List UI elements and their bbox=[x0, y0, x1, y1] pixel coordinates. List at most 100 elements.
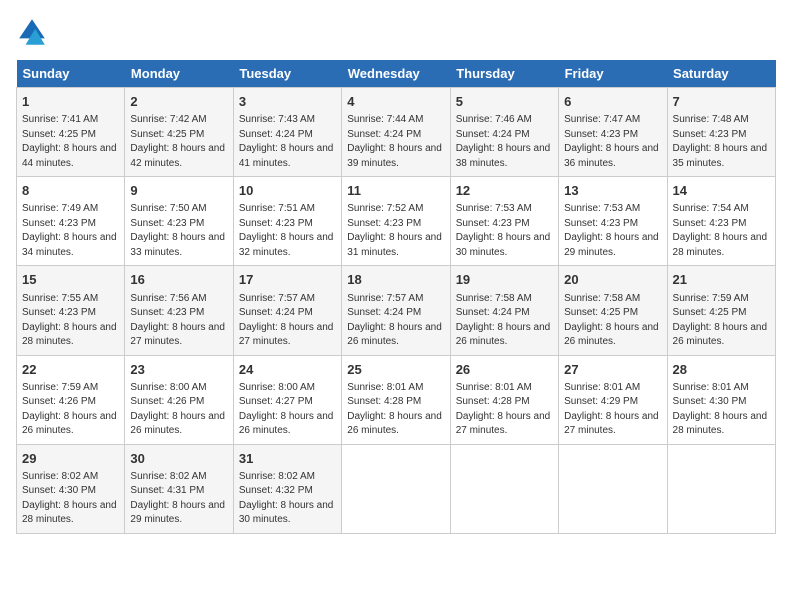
day-number: 6 bbox=[564, 93, 661, 111]
day-number: 31 bbox=[239, 450, 336, 468]
day-number: 27 bbox=[564, 361, 661, 379]
day-info: Sunrise: 7:49 AMSunset: 4:23 PMDaylight:… bbox=[22, 202, 119, 260]
day-info: Sunrise: 7:42 AMSunset: 4:25 PMDaylight:… bbox=[130, 113, 227, 171]
day-number: 5 bbox=[456, 93, 553, 111]
calendar-day-26: 26 Sunrise: 8:01 AMSunset: 4:28 PMDayligh… bbox=[450, 355, 558, 444]
day-info: Sunrise: 8:01 AMSunset: 4:30 PMDaylight:… bbox=[673, 381, 770, 439]
day-info: Sunrise: 7:58 AMSunset: 4:25 PMDaylight:… bbox=[564, 292, 661, 350]
day-info: Sunrise: 7:54 AMSunset: 4:23 PMDaylight:… bbox=[673, 202, 770, 260]
page-header bbox=[16, 16, 776, 48]
day-number: 8 bbox=[22, 182, 119, 200]
calendar-day-14: 14 Sunrise: 7:54 AMSunset: 4:23 PMDayligh… bbox=[667, 177, 775, 266]
calendar-day-6: 6 Sunrise: 7:47 AMSunset: 4:23 PMDaylight… bbox=[559, 88, 667, 177]
calendar-day-1: 1 Sunrise: 7:41 AMSunset: 4:25 PMDaylight… bbox=[17, 88, 125, 177]
day-info: Sunrise: 7:57 AMSunset: 4:24 PMDaylight:… bbox=[347, 292, 444, 350]
day-number: 23 bbox=[130, 361, 227, 379]
calendar-day-30: 30 Sunrise: 8:02 AMSunset: 4:31 PMDayligh… bbox=[125, 444, 233, 533]
day-number: 7 bbox=[673, 93, 770, 111]
calendar-week-2: 8 Sunrise: 7:49 AMSunset: 4:23 PMDaylight… bbox=[17, 177, 776, 266]
weekday-header-tuesday: Tuesday bbox=[233, 60, 341, 88]
calendar-day-4: 4 Sunrise: 7:44 AMSunset: 4:24 PMDaylight… bbox=[342, 88, 450, 177]
day-info: Sunrise: 7:50 AMSunset: 4:23 PMDaylight:… bbox=[130, 202, 227, 260]
day-info: Sunrise: 8:01 AMSunset: 4:28 PMDaylight:… bbox=[347, 381, 444, 439]
empty-cell bbox=[667, 444, 775, 533]
calendar-day-12: 12Sunrise: 7:53 AMSunset: 4:23 PMDayligh… bbox=[450, 177, 558, 266]
day-info: Sunrise: 8:01 AMSunset: 4:28 PMDaylight:… bbox=[456, 381, 553, 439]
day-info: Sunrise: 7:59 AMSunset: 4:25 PMDaylight:… bbox=[673, 292, 770, 350]
calendar-day-18: 18 Sunrise: 7:57 AMSunset: 4:24 PMDayligh… bbox=[342, 266, 450, 355]
day-number: 3 bbox=[239, 93, 336, 111]
weekday-header-sunday: Sunday bbox=[17, 60, 125, 88]
day-info: Sunrise: 7:55 AMSunset: 4:23 PMDaylight:… bbox=[22, 292, 119, 350]
day-number: 13 bbox=[564, 182, 661, 200]
calendar-day-17: 17 Sunrise: 7:57 AMSunset: 4:24 PMDayligh… bbox=[233, 266, 341, 355]
day-info: Sunrise: 7:48 AMSunset: 4:23 PMDaylight:… bbox=[673, 113, 770, 171]
day-info: Sunrise: 8:02 AMSunset: 4:31 PMDaylight:… bbox=[130, 470, 227, 528]
day-number: 4 bbox=[347, 93, 444, 111]
day-number: 30 bbox=[130, 450, 227, 468]
calendar-week-1: 1 Sunrise: 7:41 AMSunset: 4:25 PMDaylight… bbox=[17, 88, 776, 177]
day-number: 14 bbox=[673, 182, 770, 200]
calendar-week-3: 15Sunrise: 7:55 AMSunset: 4:23 PMDayligh… bbox=[17, 266, 776, 355]
day-number: 1 bbox=[22, 93, 119, 111]
calendar-day-7: 7 Sunrise: 7:48 AMSunset: 4:23 PMDaylight… bbox=[667, 88, 775, 177]
day-number: 17 bbox=[239, 271, 336, 289]
day-number: 9 bbox=[130, 182, 227, 200]
day-number: 29 bbox=[22, 450, 119, 468]
day-number: 11 bbox=[347, 182, 444, 200]
day-number: 10 bbox=[239, 182, 336, 200]
calendar-day-9: 9 Sunrise: 7:50 AMSunset: 4:23 PMDaylight… bbox=[125, 177, 233, 266]
day-info: Sunrise: 7:56 AMSunset: 4:23 PMDaylight:… bbox=[130, 292, 227, 350]
calendar-week-5: 29 Sunrise: 8:02 AMSunset: 4:30 PMDayligh… bbox=[17, 444, 776, 533]
calendar-day-28: 28Sunrise: 8:01 AMSunset: 4:30 PMDayligh… bbox=[667, 355, 775, 444]
day-number: 19 bbox=[456, 271, 553, 289]
calendar-day-31: 31 Sunrise: 8:02 AMSunset: 4:32 PMDayligh… bbox=[233, 444, 341, 533]
day-info: Sunrise: 8:01 AMSunset: 4:29 PMDaylight:… bbox=[564, 381, 661, 439]
day-info: Sunrise: 7:41 AMSunset: 4:25 PMDaylight:… bbox=[22, 113, 119, 171]
calendar-day-5: 5Sunrise: 7:46 AMSunset: 4:24 PMDaylight… bbox=[450, 88, 558, 177]
calendar-day-24: 24 Sunrise: 8:00 AMSunset: 4:27 PMDayligh… bbox=[233, 355, 341, 444]
day-number: 26 bbox=[456, 361, 553, 379]
day-number: 21 bbox=[673, 271, 770, 289]
calendar-day-29: 29 Sunrise: 8:02 AMSunset: 4:30 PMDayligh… bbox=[17, 444, 125, 533]
day-info: Sunrise: 8:02 AMSunset: 4:30 PMDaylight:… bbox=[22, 470, 119, 528]
weekday-header-friday: Friday bbox=[559, 60, 667, 88]
day-info: Sunrise: 7:44 AMSunset: 4:24 PMDaylight:… bbox=[347, 113, 444, 171]
day-info: Sunrise: 7:53 AMSunset: 4:23 PMDaylight:… bbox=[564, 202, 661, 260]
day-number: 12 bbox=[456, 182, 553, 200]
day-info: Sunrise: 7:52 AMSunset: 4:23 PMDaylight:… bbox=[347, 202, 444, 260]
weekday-header-wednesday: Wednesday bbox=[342, 60, 450, 88]
day-number: 24 bbox=[239, 361, 336, 379]
calendar-day-22: 22Sunrise: 7:59 AMSunset: 4:26 PMDayligh… bbox=[17, 355, 125, 444]
day-info: Sunrise: 7:57 AMSunset: 4:24 PMDaylight:… bbox=[239, 292, 336, 350]
calendar-day-11: 11 Sunrise: 7:52 AMSunset: 4:23 PMDayligh… bbox=[342, 177, 450, 266]
day-info: Sunrise: 7:51 AMSunset: 4:23 PMDaylight:… bbox=[239, 202, 336, 260]
day-info: Sunrise: 8:00 AMSunset: 4:26 PMDaylight:… bbox=[130, 381, 227, 439]
calendar-day-20: 20Sunrise: 7:58 AMSunset: 4:25 PMDayligh… bbox=[559, 266, 667, 355]
calendar-day-3: 3 Sunrise: 7:43 AMSunset: 4:24 PMDaylight… bbox=[233, 88, 341, 177]
empty-cell bbox=[559, 444, 667, 533]
calendar-table: SundayMondayTuesdayWednesdayThursdayFrid… bbox=[16, 60, 776, 534]
day-info: Sunrise: 7:58 AMSunset: 4:24 PMDaylight:… bbox=[456, 292, 553, 350]
weekday-header-saturday: Saturday bbox=[667, 60, 775, 88]
calendar-day-25: 25Sunrise: 8:01 AMSunset: 4:28 PMDayligh… bbox=[342, 355, 450, 444]
logo-icon bbox=[16, 16, 48, 48]
calendar-day-16: 16 Sunrise: 7:56 AMSunset: 4:23 PMDayligh… bbox=[125, 266, 233, 355]
day-number: 16 bbox=[130, 271, 227, 289]
weekday-header-monday: Monday bbox=[125, 60, 233, 88]
calendar-day-2: 2Sunrise: 7:42 AMSunset: 4:25 PMDaylight… bbox=[125, 88, 233, 177]
day-info: Sunrise: 7:59 AMSunset: 4:26 PMDaylight:… bbox=[22, 381, 119, 439]
calendar-day-10: 10 Sunrise: 7:51 AMSunset: 4:23 PMDayligh… bbox=[233, 177, 341, 266]
weekday-header-row: SundayMondayTuesdayWednesdayThursdayFrid… bbox=[17, 60, 776, 88]
calendar-day-15: 15Sunrise: 7:55 AMSunset: 4:23 PMDayligh… bbox=[17, 266, 125, 355]
empty-cell bbox=[342, 444, 450, 533]
day-info: Sunrise: 8:02 AMSunset: 4:32 PMDaylight:… bbox=[239, 470, 336, 528]
weekday-header-thursday: Thursday bbox=[450, 60, 558, 88]
day-info: Sunrise: 7:47 AMSunset: 4:23 PMDaylight:… bbox=[564, 113, 661, 171]
day-info: Sunrise: 8:00 AMSunset: 4:27 PMDaylight:… bbox=[239, 381, 336, 439]
day-info: Sunrise: 7:43 AMSunset: 4:24 PMDaylight:… bbox=[239, 113, 336, 171]
empty-cell bbox=[450, 444, 558, 533]
calendar-day-8: 8 Sunrise: 7:49 AMSunset: 4:23 PMDaylight… bbox=[17, 177, 125, 266]
day-number: 18 bbox=[347, 271, 444, 289]
logo bbox=[16, 16, 52, 48]
